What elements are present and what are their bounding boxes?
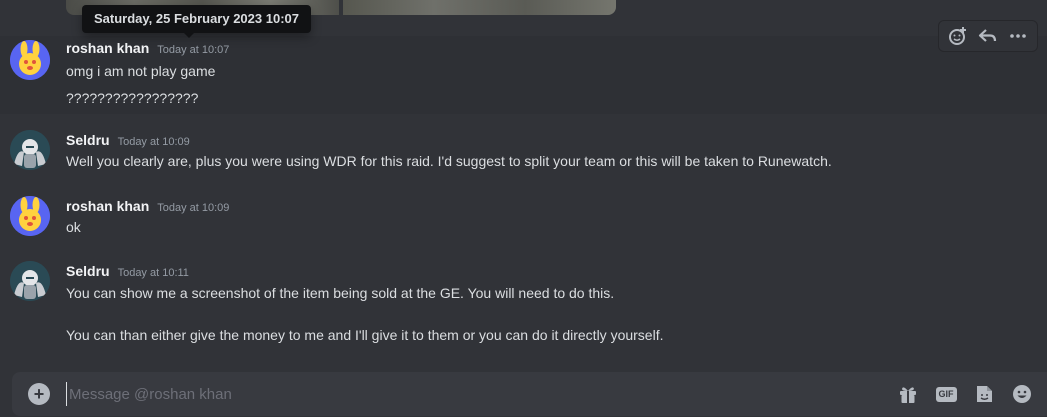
message-header: Seldru Today at 10:11 bbox=[66, 263, 189, 279]
attachment-image[interactable] bbox=[343, 0, 616, 15]
username[interactable]: Seldru bbox=[66, 263, 110, 279]
sticker-icon bbox=[977, 386, 992, 402]
bunny-avatar-icon bbox=[10, 40, 50, 80]
message-header: roshan khan Today at 10:09 bbox=[66, 198, 229, 214]
bunny-avatar-icon bbox=[10, 196, 50, 236]
username[interactable]: roshan khan bbox=[66, 40, 149, 56]
knight-avatar-icon bbox=[10, 261, 50, 301]
username[interactable]: Seldru bbox=[66, 132, 110, 148]
gift-button[interactable] bbox=[895, 381, 921, 407]
gift-icon bbox=[900, 387, 916, 403]
message-text: ????????????????? bbox=[66, 90, 199, 106]
timestamp-tooltip: Saturday, 25 February 2023 10:07 bbox=[82, 5, 311, 38]
avatar[interactable] bbox=[10, 196, 50, 236]
message-text: ok bbox=[66, 219, 81, 235]
timestamp[interactable]: Today at 10:09 bbox=[157, 202, 229, 214]
add-attachment-icon: + bbox=[33, 384, 45, 404]
reply-icon bbox=[978, 29, 997, 42]
message-text: omg i am not play game bbox=[66, 63, 216, 79]
message-actions-toolbar bbox=[938, 20, 1038, 52]
more-options-icon bbox=[1010, 34, 1026, 38]
message-text: You can show me a screenshot of the item… bbox=[66, 285, 615, 301]
gif-button[interactable]: GIF bbox=[933, 381, 959, 407]
timestamp[interactable]: Today at 10:11 bbox=[118, 267, 189, 279]
message-input[interactable] bbox=[66, 382, 866, 406]
avatar[interactable] bbox=[10, 130, 50, 170]
add-attachment-button[interactable]: + bbox=[28, 383, 50, 405]
knight-avatar-icon bbox=[10, 130, 50, 170]
emoji-button[interactable] bbox=[1009, 381, 1035, 407]
avatar[interactable] bbox=[10, 261, 50, 301]
message-text: Well you clearly are, plus you were usin… bbox=[66, 153, 832, 169]
message-composer: + GIF bbox=[12, 372, 1047, 416]
timestamp[interactable]: Today at 10:09 bbox=[118, 136, 190, 148]
emoji-icon bbox=[1013, 385, 1031, 403]
timestamp[interactable]: Today at 10:07 bbox=[157, 44, 229, 56]
gif-icon: GIF bbox=[935, 386, 957, 402]
more-options-button[interactable] bbox=[1004, 22, 1032, 50]
reply-button[interactable] bbox=[974, 22, 1002, 50]
username[interactable]: roshan khan bbox=[66, 198, 149, 214]
message-text: You can than either give the money to me… bbox=[66, 327, 664, 343]
sticker-button[interactable] bbox=[971, 381, 997, 407]
avatar[interactable] bbox=[10, 40, 50, 80]
message-header: Seldru Today at 10:09 bbox=[66, 132, 190, 148]
message-header: roshan khan Today at 10:07 bbox=[66, 40, 229, 56]
add-reaction-button[interactable] bbox=[944, 22, 972, 50]
add-reaction-icon bbox=[949, 27, 966, 45]
composer-tools: GIF bbox=[895, 381, 1035, 407]
